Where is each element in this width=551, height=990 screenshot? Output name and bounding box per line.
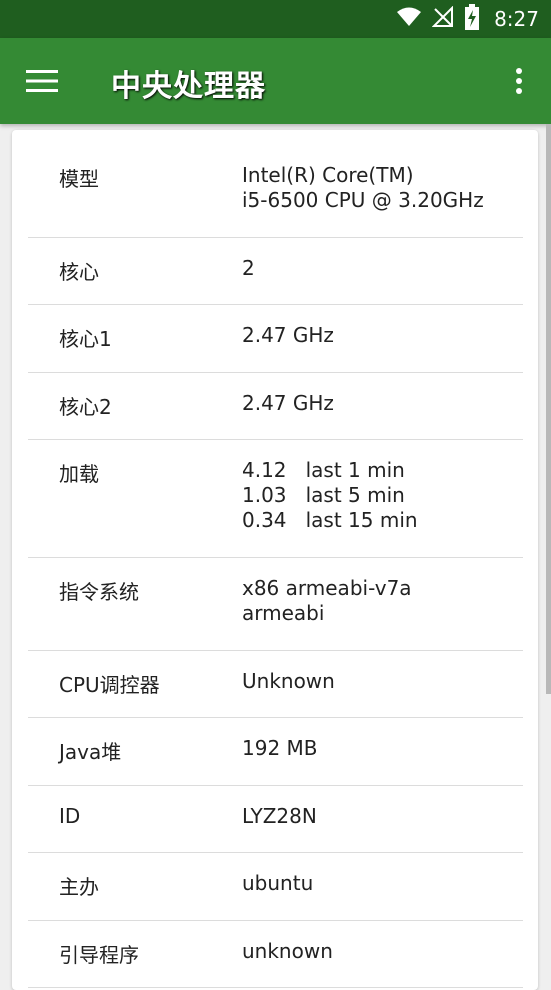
status-icons: 8:27 [396, 0, 539, 38]
battery-charging-icon [464, 4, 480, 34]
row-label: 指令系统 [59, 580, 139, 604]
row-label: CPU调控器 [59, 673, 160, 697]
info-row-load: 加载 4.12 last 1 min 1.03 last 5 min 0.34 … [28, 440, 523, 558]
info-row-cores: 核心 2 [28, 238, 523, 305]
row-value: ubuntu [242, 871, 314, 895]
info-row-host: 主办 ubuntu [28, 853, 523, 921]
row-value: Unknown [242, 669, 335, 693]
more-vert-icon[interactable] [505, 62, 533, 100]
status-bar: 8:27 [0, 0, 551, 38]
row-label: ID [59, 804, 81, 828]
row-value: 2.47 GHz [242, 391, 334, 415]
page-title: 中央处理器 [111, 69, 266, 104]
row-value: 2.47 GHz [242, 323, 334, 347]
info-row-cpu-governor: CPU调控器 Unknown [28, 651, 523, 718]
info-row-core2: 核心2 2.47 GHz [28, 373, 523, 440]
row-label: 核心1 [59, 327, 112, 351]
info-row-bootloader: 引导程序 unknown [28, 921, 523, 988]
row-label: Java堆 [59, 740, 122, 764]
status-time: 8:27 [494, 7, 539, 31]
row-label: 加载 [59, 462, 99, 486]
cpu-info-card: 模型 Intel(R) Core(TM) i5-6500 CPU @ 3.20G… [12, 130, 538, 990]
row-value: LYZ28N [242, 804, 317, 828]
row-label: 核心 [59, 260, 99, 284]
row-value: x86 armeabi-v7a armeabi [242, 576, 412, 625]
info-row-id: ID LYZ28N [28, 786, 523, 853]
info-row-model: 模型 Intel(R) Core(TM) i5-6500 CPU @ 3.20G… [28, 130, 523, 238]
row-label: 核心2 [59, 395, 112, 419]
row-value: 192 MB [242, 736, 318, 760]
row-label: 模型 [59, 167, 99, 191]
no-signal-icon [431, 5, 454, 32]
app-bar: 中央处理器 [0, 38, 551, 124]
row-value: Intel(R) Core(TM) i5-6500 CPU @ 3.20GHz [242, 163, 484, 212]
hamburger-menu-icon[interactable] [22, 62, 62, 100]
info-row-instruction-set: 指令系统 x86 armeabi-v7a armeabi [28, 558, 523, 651]
info-row-core1: 核心1 2.47 GHz [28, 305, 523, 373]
row-value: 2 [242, 256, 255, 280]
scrollbar[interactable] [546, 124, 551, 694]
wifi-icon [396, 7, 422, 31]
row-label: 引导程序 [59, 943, 139, 967]
row-label: 主办 [59, 875, 99, 899]
info-row-java-heap: Java堆 192 MB [28, 718, 523, 786]
row-value: 4.12 last 1 min 1.03 last 5 min 0.34 las… [242, 458, 418, 532]
row-value: unknown [242, 939, 333, 963]
